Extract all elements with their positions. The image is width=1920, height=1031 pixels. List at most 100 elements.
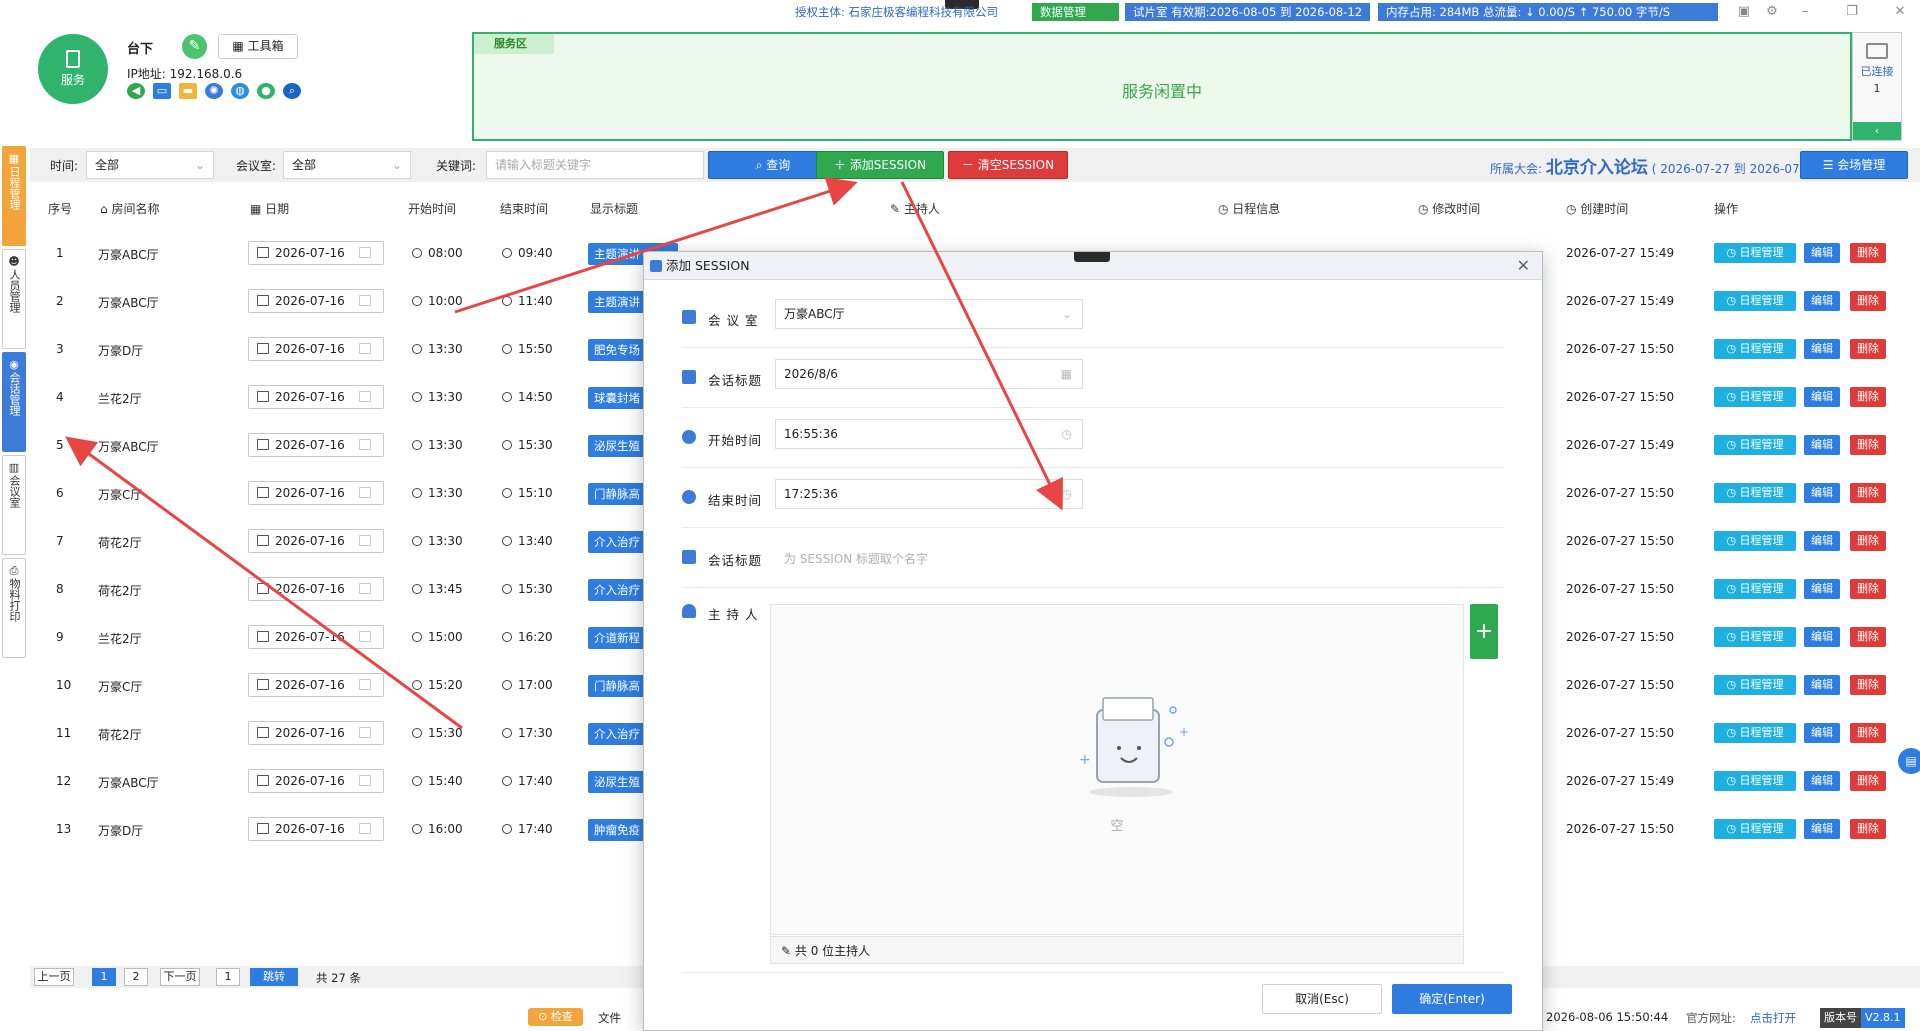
start-time-input[interactable]: 16:55:36 ◷ [775, 419, 1083, 449]
room-select[interactable]: 万豪ABC厅 ⌄ [775, 299, 1083, 329]
data-management-button[interactable]: 数据管理 [1032, 3, 1119, 21]
chat-float-icon[interactable]: ▤ [1898, 748, 1920, 774]
row-date-field[interactable]: 2026-07-16 [248, 577, 384, 601]
page-2-button[interactable]: 2 [124, 968, 148, 986]
row-date-field[interactable]: 2026-07-16 [248, 241, 384, 265]
prev-page-button[interactable]: 上一页 [34, 968, 74, 986]
edit-button[interactable]: 编辑 [1804, 627, 1840, 647]
row-date-field[interactable]: 2026-07-16 [248, 721, 384, 745]
cancel-button[interactable]: 取消(Esc) [1262, 984, 1382, 1014]
collapse-arrow-icon[interactable]: ‹ [1853, 122, 1901, 140]
add-session-button[interactable]: ＋ 添加SESSION [816, 151, 944, 179]
next-page-button[interactable]: 下一页 [160, 968, 200, 986]
delete-button[interactable]: 删除 [1850, 483, 1886, 503]
calendar-picker-icon[interactable] [359, 295, 371, 306]
schedule-management-button[interactable]: ◷ 日程管理 [1714, 771, 1796, 791]
edit-button[interactable]: 编辑 [1804, 819, 1840, 839]
restore-icon[interactable]: ❐ [1842, 2, 1862, 22]
folder-icon[interactable]: ▬ [179, 83, 197, 99]
delete-button[interactable]: 删除 [1850, 771, 1886, 791]
page-1-button[interactable]: 1 [92, 968, 116, 986]
gear-icon[interactable]: ⚙ [1762, 2, 1782, 22]
delete-button[interactable]: 删除 [1850, 435, 1886, 455]
website-link[interactable]: 点击打开 [1750, 1010, 1796, 1026]
edit-button[interactable]: 编辑 [1804, 723, 1840, 743]
venue-management-button[interactable]: ☰ 会场管理 [1800, 151, 1908, 179]
row-date-field[interactable]: 2026-07-16 [248, 433, 384, 457]
delete-button[interactable]: 删除 [1850, 723, 1886, 743]
row-date-field[interactable]: 2026-07-16 [248, 289, 384, 313]
schedule-management-button[interactable]: ◷ 日程管理 [1714, 291, 1796, 311]
row-date-field[interactable]: 2026-07-16 [248, 337, 384, 361]
schedule-management-button[interactable]: ◷ 日程管理 [1714, 387, 1796, 407]
edit-button[interactable]: 编辑 [1804, 579, 1840, 599]
delete-button[interactable]: 删除 [1850, 627, 1886, 647]
row-date-field[interactable]: 2026-07-16 [248, 385, 384, 409]
calendar-picker-icon[interactable] [359, 247, 371, 258]
calendar-picker-icon[interactable] [359, 343, 371, 354]
delete-button[interactable]: 删除 [1850, 675, 1886, 695]
schedule-management-button[interactable]: ◷ 日程管理 [1714, 435, 1796, 455]
calendar-picker-icon[interactable] [359, 583, 371, 594]
sidebar-item-people[interactable]: ☻ 人员管理 [2, 249, 26, 349]
schedule-management-button[interactable]: ◷ 日程管理 [1714, 819, 1796, 839]
sidebar-item-room[interactable]: ▥ 会议室 [2, 455, 26, 555]
clock-picker-icon[interactable]: ◷ [1062, 420, 1072, 448]
schedule-management-button[interactable]: ◷ 日程管理 [1714, 243, 1796, 263]
schedule-management-button[interactable]: ◷ 日程管理 [1714, 723, 1796, 743]
clear-session-button[interactable]: － 清空SESSION [948, 151, 1068, 179]
row-date-field[interactable]: 2026-07-16 [248, 673, 384, 697]
time-filter-select[interactable]: 全部 ⌄ [86, 151, 214, 179]
row-date-field[interactable]: 2026-07-16 [248, 529, 384, 553]
minimize-icon[interactable]: – [1795, 2, 1815, 22]
delete-button[interactable]: 删除 [1850, 339, 1886, 359]
calendar-picker-icon[interactable]: ▦ [1061, 360, 1072, 388]
edit-button[interactable]: 编辑 [1804, 243, 1840, 263]
wechat-icon[interactable]: ● [257, 83, 275, 99]
calendar-picker-icon[interactable] [359, 679, 371, 690]
row-date-field[interactable]: 2026-07-16 [248, 481, 384, 505]
schedule-management-button[interactable]: ◷ 日程管理 [1714, 483, 1796, 503]
service-button[interactable]: 服务 [38, 34, 108, 104]
keyword-input[interactable]: 请输入标题关键字 [486, 151, 704, 179]
calendar-picker-icon[interactable] [359, 487, 371, 498]
delete-button[interactable]: 删除 [1850, 387, 1886, 407]
edit-button[interactable]: 编辑 [1804, 339, 1840, 359]
sidebar-item-session[interactable]: ◉ 会话管理 [2, 352, 26, 452]
sidebar-item-schedule[interactable]: ▦ 日程管理 [2, 146, 26, 246]
edit-button[interactable]: 编辑 [1804, 483, 1840, 503]
calendar-picker-icon[interactable] [359, 391, 371, 402]
row-date-field[interactable]: 2026-07-16 [248, 817, 384, 841]
calendar-picker-icon[interactable] [359, 631, 371, 642]
end-time-input[interactable]: 17:25:36 ◷ [775, 479, 1083, 509]
delete-button[interactable]: 删除 [1850, 819, 1886, 839]
calendar-picker-icon[interactable] [359, 727, 371, 738]
session-title-input[interactable]: 为 SESSION 标题取个名字 [784, 550, 928, 567]
calendar-picker-icon[interactable] [359, 775, 371, 786]
speaker-icon[interactable]: ◀ [127, 83, 145, 99]
edit-button[interactable]: 编辑 [1804, 531, 1840, 551]
schedule-management-button[interactable]: ◷ 日程管理 [1714, 531, 1796, 551]
clock-picker-icon[interactable]: ◷ [1062, 480, 1072, 508]
edit-button[interactable]: 编辑 [1804, 291, 1840, 311]
delete-button[interactable]: 删除 [1850, 579, 1886, 599]
delete-button[interactable]: 删除 [1850, 243, 1886, 263]
row-date-field[interactable]: 2026-07-16 [248, 625, 384, 649]
room-filter-select[interactable]: 全部 ⌄ [283, 151, 411, 179]
monitor-icon[interactable]: ▭ [153, 83, 171, 99]
schedule-management-button[interactable]: ◷ 日程管理 [1714, 579, 1796, 599]
edit-button[interactable]: 编辑 [1804, 435, 1840, 455]
delete-button[interactable]: 删除 [1850, 531, 1886, 551]
calendar-picker-icon[interactable] [359, 439, 371, 450]
delete-button[interactable]: 删除 [1850, 291, 1886, 311]
calendar-picker-icon[interactable] [359, 823, 371, 834]
toolbox-button[interactable]: ▦ 工具箱 [218, 34, 298, 59]
confirm-button[interactable]: 确定(Enter) [1392, 984, 1512, 1014]
edit-hall-icon[interactable]: ✎ [182, 34, 207, 59]
row-date-field[interactable]: 2026-07-16 [248, 769, 384, 793]
add-host-button[interactable]: + [1470, 604, 1498, 659]
date-input[interactable]: 2026/8/6 ▦ [775, 359, 1083, 389]
calendar-picker-icon[interactable] [359, 535, 371, 546]
network-icon[interactable]: ✺ [205, 83, 223, 99]
schedule-management-button[interactable]: ◷ 日程管理 [1714, 675, 1796, 695]
